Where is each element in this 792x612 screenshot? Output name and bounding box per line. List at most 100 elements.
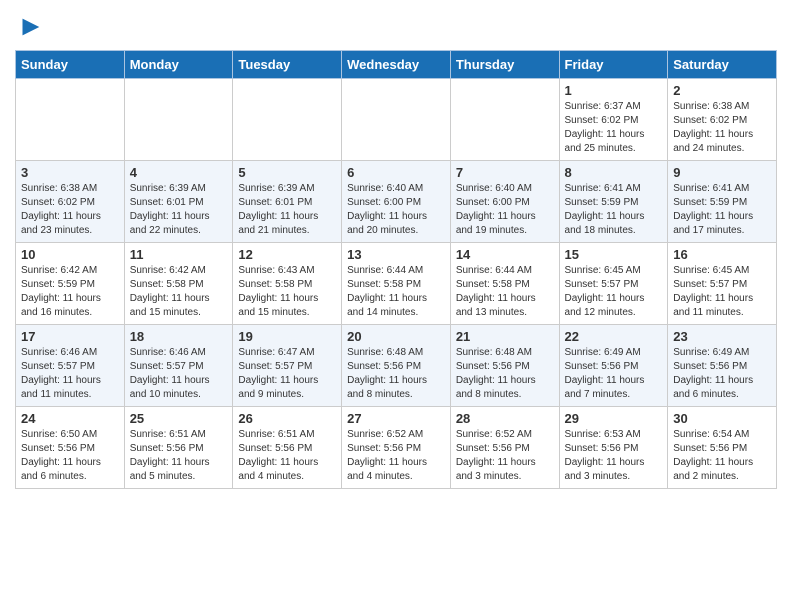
calendar-cell: 6Sunrise: 6:40 AM Sunset: 6:00 PM Daylig… xyxy=(342,161,451,243)
day-number: 29 xyxy=(565,411,663,426)
calendar-week-row: 3 Sunrise: 6:38 AM Sunset: 6:02 PM Daylig… xyxy=(16,161,777,243)
day-info: Sunrise: 6:39 AM Sunset: 6:01 PM Dayligh… xyxy=(238,182,336,238)
day-number: 30 xyxy=(673,411,771,426)
calendar-week-row: 17 Sunrise: 6:46 AM Sunset: 5:57 PM Dayli… xyxy=(16,325,777,407)
calendar-cell: 25 Sunrise: 6:51 AM Sunset: 5:56 PM Dayli… xyxy=(124,407,233,489)
day-info: Sunrise: 6:42 AM Sunset: 5:58 PM Dayligh… xyxy=(130,264,228,320)
calendar-cell: 16 Sunrise: 6:45 AM Sunset: 5:57 PM Dayli… xyxy=(668,243,777,325)
day-info: Sunrise: 6:47 AM Sunset: 5:57 PM Dayligh… xyxy=(238,346,336,402)
day-info: Sunrise: 6:39 AM Sunset: 6:01 PM Dayligh… xyxy=(130,182,228,238)
day-info: Sunrise: 6:45 AM Sunset: 5:57 PM Dayligh… xyxy=(673,264,771,320)
day-number: 23 xyxy=(673,329,771,344)
day-info: Sunrise: 6:45 AM Sunset: 5:57 PM Dayligh… xyxy=(565,264,663,320)
day-info: Sunrise: 6:44 AM Sunset: 5:58 PM Dayligh… xyxy=(456,264,554,320)
day-number: 5 xyxy=(238,165,336,180)
weekday-header: Tuesday xyxy=(233,51,342,79)
weekday-header: Thursday xyxy=(450,51,559,79)
calendar-cell xyxy=(124,79,233,161)
day-number: 20 xyxy=(347,329,445,344)
calendar-week-row: 10 Sunrise: 6:42 AM Sunset: 5:59 PM Dayli… xyxy=(16,243,777,325)
day-number: 9 xyxy=(673,165,771,180)
day-info: Sunrise: 6:51 AM Sunset: 5:56 PM Dayligh… xyxy=(130,428,228,484)
logo-icon: ► xyxy=(17,10,45,42)
calendar-cell: 21 Sunrise: 6:48 AM Sunset: 5:56 PM Dayli… xyxy=(450,325,559,407)
calendar-cell: 4 Sunrise: 6:39 AM Sunset: 6:01 PM Daylig… xyxy=(124,161,233,243)
day-info: Sunrise: 6:38 AM Sunset: 6:02 PM Dayligh… xyxy=(21,182,119,238)
day-info: Sunrise: 6:50 AM Sunset: 5:56 PM Dayligh… xyxy=(21,428,119,484)
calendar-cell: 13Sunrise: 6:44 AM Sunset: 5:58 PM Dayli… xyxy=(342,243,451,325)
day-number: 11 xyxy=(130,247,228,262)
calendar-cell: 11 Sunrise: 6:42 AM Sunset: 5:58 PM Dayli… xyxy=(124,243,233,325)
day-number: 19 xyxy=(238,329,336,344)
calendar-cell xyxy=(342,79,451,161)
day-info: Sunrise: 6:37 AM Sunset: 6:02 PM Dayligh… xyxy=(565,100,663,156)
calendar-cell xyxy=(450,79,559,161)
day-number: 4 xyxy=(130,165,228,180)
day-number: 21 xyxy=(456,329,554,344)
header: ► xyxy=(15,10,777,42)
calendar-cell: 2Sunrise: 6:38 AM Sunset: 6:02 PM Daylig… xyxy=(668,79,777,161)
weekday-header: Wednesday xyxy=(342,51,451,79)
day-info: Sunrise: 6:40 AM Sunset: 6:00 PM Dayligh… xyxy=(347,182,445,238)
calendar-cell: 10 Sunrise: 6:42 AM Sunset: 5:59 PM Dayli… xyxy=(16,243,125,325)
calendar-cell: 30 Sunrise: 6:54 AM Sunset: 5:56 PM Dayli… xyxy=(668,407,777,489)
calendar-cell: 24 Sunrise: 6:50 AM Sunset: 5:56 PM Dayli… xyxy=(16,407,125,489)
day-number: 12 xyxy=(238,247,336,262)
logo-text: ► xyxy=(15,10,45,42)
day-info: Sunrise: 6:42 AM Sunset: 5:59 PM Dayligh… xyxy=(21,264,119,320)
day-number: 25 xyxy=(130,411,228,426)
day-number: 18 xyxy=(130,329,228,344)
calendar-cell: 3 Sunrise: 6:38 AM Sunset: 6:02 PM Daylig… xyxy=(16,161,125,243)
day-info: Sunrise: 6:48 AM Sunset: 5:56 PM Dayligh… xyxy=(456,346,554,402)
day-number: 3 xyxy=(21,165,119,180)
calendar-cell: 27Sunrise: 6:52 AM Sunset: 5:56 PM Dayli… xyxy=(342,407,451,489)
day-info: Sunrise: 6:44 AM Sunset: 5:58 PM Dayligh… xyxy=(347,264,445,320)
day-number: 28 xyxy=(456,411,554,426)
calendar-cell: 26 Sunrise: 6:51 AM Sunset: 5:56 PM Dayli… xyxy=(233,407,342,489)
logo: ► xyxy=(15,10,45,42)
weekday-header: Saturday xyxy=(668,51,777,79)
day-number: 10 xyxy=(21,247,119,262)
calendar-cell: 7Sunrise: 6:40 AM Sunset: 6:00 PM Daylig… xyxy=(450,161,559,243)
weekday-header: Friday xyxy=(559,51,668,79)
day-info: Sunrise: 6:49 AM Sunset: 5:56 PM Dayligh… xyxy=(565,346,663,402)
calendar-cell: 8 Sunrise: 6:41 AM Sunset: 5:59 PM Daylig… xyxy=(559,161,668,243)
calendar-cell: 19 Sunrise: 6:47 AM Sunset: 5:57 PM Dayli… xyxy=(233,325,342,407)
calendar-cell: 20 Sunrise: 6:48 AM Sunset: 5:56 PM Dayli… xyxy=(342,325,451,407)
day-number: 8 xyxy=(565,165,663,180)
day-info: Sunrise: 6:49 AM Sunset: 5:56 PM Dayligh… xyxy=(673,346,771,402)
day-number: 17 xyxy=(21,329,119,344)
weekday-header: Sunday xyxy=(16,51,125,79)
day-number: 26 xyxy=(238,411,336,426)
calendar-week-row: 1 Sunrise: 6:37 AM Sunset: 6:02 PM Daylig… xyxy=(16,79,777,161)
day-info: Sunrise: 6:41 AM Sunset: 5:59 PM Dayligh… xyxy=(673,182,771,238)
day-info: Sunrise: 6:46 AM Sunset: 5:57 PM Dayligh… xyxy=(21,346,119,402)
day-number: 24 xyxy=(21,411,119,426)
calendar-cell: 5 Sunrise: 6:39 AM Sunset: 6:01 PM Daylig… xyxy=(233,161,342,243)
day-info: Sunrise: 6:51 AM Sunset: 5:56 PM Dayligh… xyxy=(238,428,336,484)
calendar-cell: 22 Sunrise: 6:49 AM Sunset: 5:56 PM Dayli… xyxy=(559,325,668,407)
day-number: 15 xyxy=(565,247,663,262)
calendar-cell: 1 Sunrise: 6:37 AM Sunset: 6:02 PM Daylig… xyxy=(559,79,668,161)
calendar-cell: 29 Sunrise: 6:53 AM Sunset: 5:56 PM Dayli… xyxy=(559,407,668,489)
day-info: Sunrise: 6:53 AM Sunset: 5:56 PM Dayligh… xyxy=(565,428,663,484)
day-info: Sunrise: 6:48 AM Sunset: 5:56 PM Dayligh… xyxy=(347,346,445,402)
calendar-cell xyxy=(233,79,342,161)
calendar-cell: 23 Sunrise: 6:49 AM Sunset: 5:56 PM Dayli… xyxy=(668,325,777,407)
calendar-cell: 28 Sunrise: 6:52 AM Sunset: 5:56 PM Dayli… xyxy=(450,407,559,489)
day-number: 2 xyxy=(673,83,771,98)
day-info: Sunrise: 6:41 AM Sunset: 5:59 PM Dayligh… xyxy=(565,182,663,238)
day-number: 27 xyxy=(347,411,445,426)
day-number: 14 xyxy=(456,247,554,262)
day-number: 1 xyxy=(565,83,663,98)
day-info: Sunrise: 6:54 AM Sunset: 5:56 PM Dayligh… xyxy=(673,428,771,484)
calendar-cell xyxy=(16,79,125,161)
day-info: Sunrise: 6:52 AM Sunset: 5:56 PM Dayligh… xyxy=(456,428,554,484)
calendar: SundayMondayTuesdayWednesdayThursdayFrid… xyxy=(15,50,777,489)
calendar-cell: 15 Sunrise: 6:45 AM Sunset: 5:57 PM Dayli… xyxy=(559,243,668,325)
calendar-cell: 18Sunrise: 6:46 AM Sunset: 5:57 PM Dayli… xyxy=(124,325,233,407)
weekday-header: Monday xyxy=(124,51,233,79)
day-number: 22 xyxy=(565,329,663,344)
day-number: 16 xyxy=(673,247,771,262)
calendar-header-row: SundayMondayTuesdayWednesdayThursdayFrid… xyxy=(16,51,777,79)
